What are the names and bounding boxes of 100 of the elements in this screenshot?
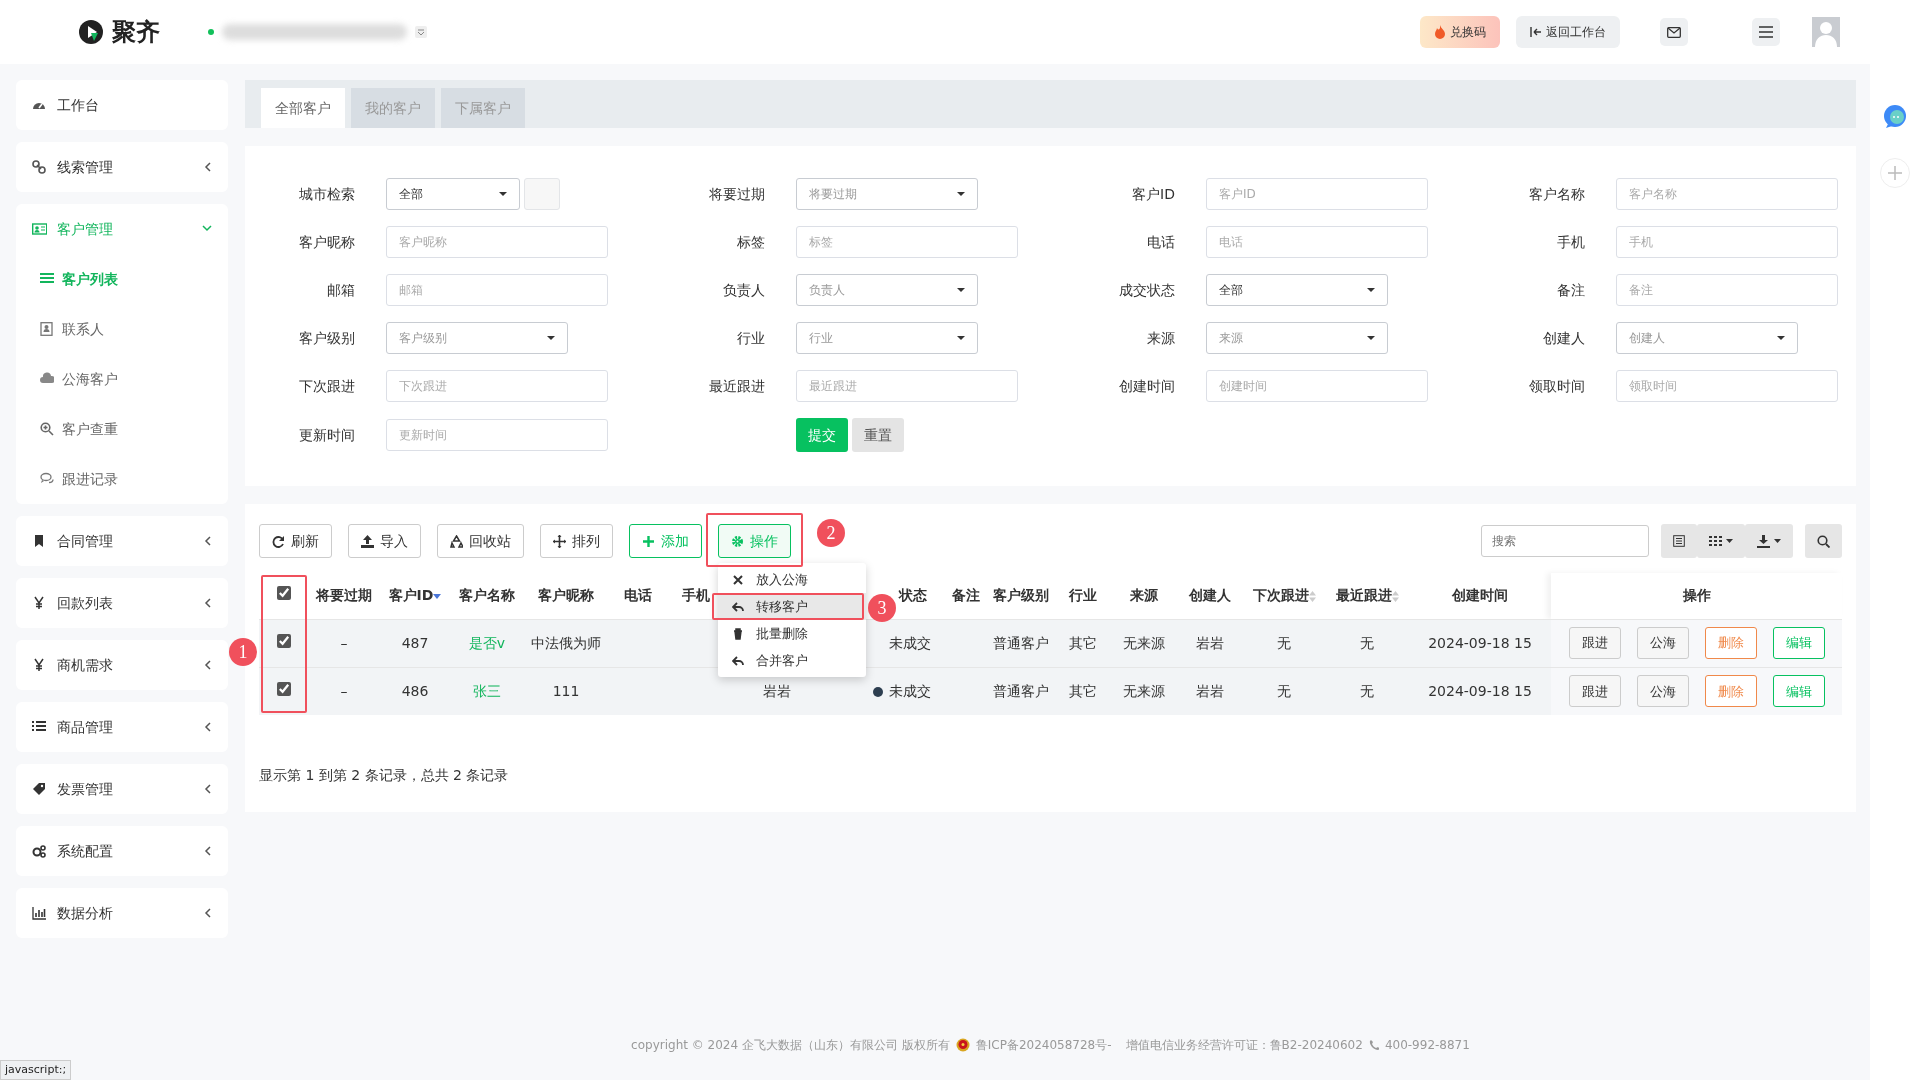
- column-header: 下次跟进: [1252, 587, 1309, 604]
- input-field[interactable]: 创建时间: [1206, 370, 1428, 402]
- import-button[interactable]: 导入: [348, 524, 421, 558]
- field-label: 邮箱: [326, 280, 356, 300]
- yen-icon: [32, 658, 47, 672]
- input-field[interactable]: 标签: [796, 226, 1018, 258]
- chevron-left-icon: [204, 908, 212, 918]
- column-header: 客户名称: [459, 587, 515, 604]
- table-cell: 2024-09-18 15: [1428, 634, 1532, 651]
- sidebar-item[interactable]: 发票管理: [16, 764, 228, 814]
- sidebar-subitem[interactable]: 公海客户: [16, 354, 228, 404]
- input-field[interactable]: 邮箱: [386, 274, 608, 306]
- input-field[interactable]: 更新时间: [386, 419, 608, 451]
- table-cell: 486: [401, 682, 429, 699]
- follow-up-button[interactable]: 跟进: [1568, 675, 1621, 708]
- sidebar-item[interactable]: 商品管理: [16, 702, 228, 752]
- tab[interactable]: 全部客户: [261, 88, 345, 128]
- checkbox[interactable]: [277, 586, 291, 601]
- field-label: 更新时间: [298, 425, 356, 445]
- column-header: 备注: [952, 587, 980, 604]
- column-header: 客户ID: [388, 587, 434, 604]
- field-label: 标签: [736, 232, 766, 252]
- refresh-button[interactable]: 刷新: [259, 524, 332, 558]
- input-field[interactable]: 客户昵称: [386, 226, 608, 258]
- link-icon: [32, 160, 47, 174]
- caret-icon: [957, 288, 965, 292]
- field-label: 来源: [1146, 328, 1176, 348]
- public-pool-button[interactable]: 公海: [1636, 675, 1689, 708]
- redeem-code-button[interactable]: 兑换码: [1420, 16, 1500, 48]
- sidebar-item[interactable]: 合同管理: [16, 516, 228, 566]
- gear-icon: [731, 534, 744, 548]
- sidebar-subitem[interactable]: 跟进记录: [16, 454, 228, 504]
- phone-icon: [1368, 1040, 1379, 1050]
- reply-icon: [732, 654, 744, 667]
- table-cell: 岩岩: [1196, 682, 1224, 699]
- sidebar-item[interactable]: 线索管理: [16, 142, 228, 192]
- input-field[interactable]: 下次跟进: [386, 370, 608, 402]
- input-field[interactable]: 客户ID: [1206, 178, 1428, 210]
- field-label: 将要过期: [708, 184, 766, 204]
- input-field[interactable]: 最近跟进: [796, 370, 1018, 402]
- emblem-icon: [955, 1038, 970, 1052]
- sidebar-item[interactable]: 商机需求: [16, 640, 228, 690]
- input-field[interactable]: 电话: [1206, 226, 1428, 258]
- field-label: 创建时间: [1118, 376, 1176, 396]
- caret-icon: [957, 336, 965, 340]
- search-field[interactable]: 搜索: [1481, 525, 1649, 557]
- input-field[interactable]: 客户名称: [1616, 178, 1838, 210]
- field-label: 客户昵称: [298, 232, 356, 252]
- exit-icon: [1530, 26, 1542, 38]
- refresh-icon: [272, 534, 285, 548]
- menu-item[interactable]: 合并客户: [718, 647, 866, 674]
- recycle-icon: [450, 534, 463, 548]
- back-button[interactable]: 返回工作台: [1516, 16, 1620, 48]
- logo-icon: [78, 19, 104, 45]
- mail-button[interactable]: [1660, 18, 1688, 46]
- sidebar-subitem[interactable]: 客户查重: [16, 404, 228, 454]
- sidebar-item[interactable]: 系统配置: [16, 826, 228, 876]
- dropdown-icon[interactable]: [415, 26, 427, 38]
- select-field[interactable]: 全部: [1206, 274, 1388, 306]
- table-cell: 无: [1277, 682, 1291, 699]
- grid-icon: [1709, 535, 1723, 547]
- chevron-left-icon: [204, 660, 212, 670]
- color-box[interactable]: [524, 178, 560, 210]
- sidebar-item[interactable]: 回款列表: [16, 578, 228, 628]
- column-header: 创建人: [1189, 587, 1231, 604]
- column-header: 最近跟进: [1335, 587, 1392, 604]
- cloud-icon: [40, 372, 54, 386]
- field-label: 下次跟进: [298, 376, 356, 396]
- export-button[interactable]: [1745, 524, 1793, 558]
- step-marker: 1: [229, 638, 257, 666]
- field-label: 最近跟进: [708, 376, 766, 396]
- sidebar-item[interactable]: 数据分析: [16, 888, 228, 938]
- input-field[interactable]: 领取时间: [1616, 370, 1838, 402]
- arrange-button[interactable]: 排列: [540, 524, 613, 558]
- status-bar-text: javascript:;: [0, 1059, 72, 1080]
- phone-text: 400-992-8871: [1384, 1037, 1470, 1054]
- field-label: 客户ID: [1131, 184, 1176, 204]
- search-button[interactable]: [1805, 524, 1842, 558]
- checkbox[interactable]: [277, 681, 291, 696]
- field-label: 手机: [1556, 232, 1586, 252]
- chat-icon[interactable]: [1882, 104, 1908, 128]
- select-field[interactable]: 全部: [386, 178, 520, 210]
- input-field[interactable]: 手机: [1616, 226, 1838, 258]
- field-label: 领取时间: [1528, 376, 1586, 396]
- input-field[interactable]: 备注: [1616, 274, 1838, 306]
- menu-item[interactable]: 批量删除: [718, 620, 866, 647]
- menu-button[interactable]: [1752, 18, 1780, 46]
- table-cell: 无: [1360, 682, 1374, 699]
- recycle-bin-button[interactable]: 回收站: [437, 524, 524, 558]
- table-cell: 111: [552, 682, 580, 699]
- public-pool-button[interactable]: 公海: [1636, 627, 1689, 659]
- reset-button[interactable]: 重置: [852, 418, 904, 452]
- column-header: 电话: [624, 587, 652, 604]
- sidebar-subitem[interactable]: 联系人: [16, 304, 228, 354]
- menu-item[interactable]: 放入公海: [718, 566, 866, 593]
- sidebar-item[interactable]: 工作台: [16, 80, 228, 130]
- checkbox[interactable]: [277, 633, 291, 648]
- follow-up-button[interactable]: 跟进: [1568, 627, 1621, 659]
- list-view-button[interactable]: [1661, 524, 1697, 558]
- brand-name: 聚齐: [112, 17, 160, 48]
